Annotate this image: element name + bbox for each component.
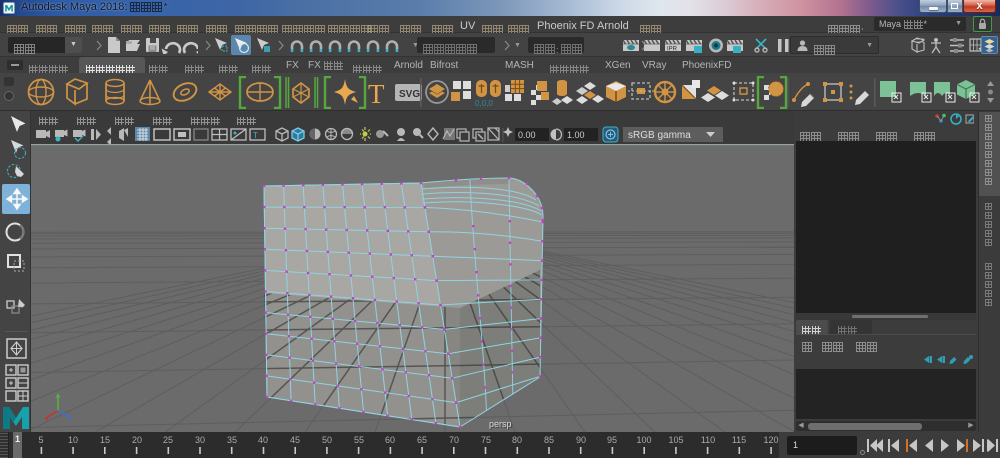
svg-text:75: 75	[481, 435, 491, 445]
svg-text:sRGB gamma: sRGB gamma	[628, 130, 691, 141]
svg-text:60: 60	[385, 435, 395, 445]
svg-text:55: 55	[354, 435, 364, 445]
svg-text:0,0,0: 0,0,0	[475, 99, 493, 108]
svg-text:80: 80	[512, 435, 522, 445]
svg-text:45: 45	[290, 435, 300, 445]
svg-text:persp: persp	[489, 419, 512, 429]
svg-text:110: 110	[701, 435, 715, 445]
svg-text:90: 90	[576, 435, 586, 445]
svg-text:10: 10	[68, 435, 78, 445]
svg-text:85: 85	[544, 435, 554, 445]
svg-text:120: 120	[763, 435, 778, 445]
svg-text:5: 5	[38, 435, 43, 445]
svg-text:T: T	[368, 79, 385, 109]
svg-text:100: 100	[636, 435, 651, 445]
svg-text:65: 65	[417, 435, 427, 445]
svg-text:0.00: 0.00	[518, 130, 536, 140]
svg-text:115: 115	[732, 435, 746, 445]
svg-text:15: 15	[100, 435, 110, 445]
svg-text:SVG: SVG	[399, 89, 420, 100]
svg-text:IPR: IPR	[667, 47, 678, 53]
svg-text:95: 95	[607, 435, 617, 445]
svg-text:1.00: 1.00	[567, 130, 585, 140]
svg-text:20: 20	[132, 435, 142, 445]
svg-text:105: 105	[668, 435, 683, 445]
svg-text:T: T	[253, 131, 258, 140]
svg-text:40: 40	[258, 435, 268, 445]
svg-text:30: 30	[195, 435, 205, 445]
svg-text:35: 35	[227, 435, 237, 445]
svg-text:25: 25	[163, 435, 173, 445]
svg-text:70: 70	[449, 435, 459, 445]
svg-text:50: 50	[322, 435, 332, 445]
